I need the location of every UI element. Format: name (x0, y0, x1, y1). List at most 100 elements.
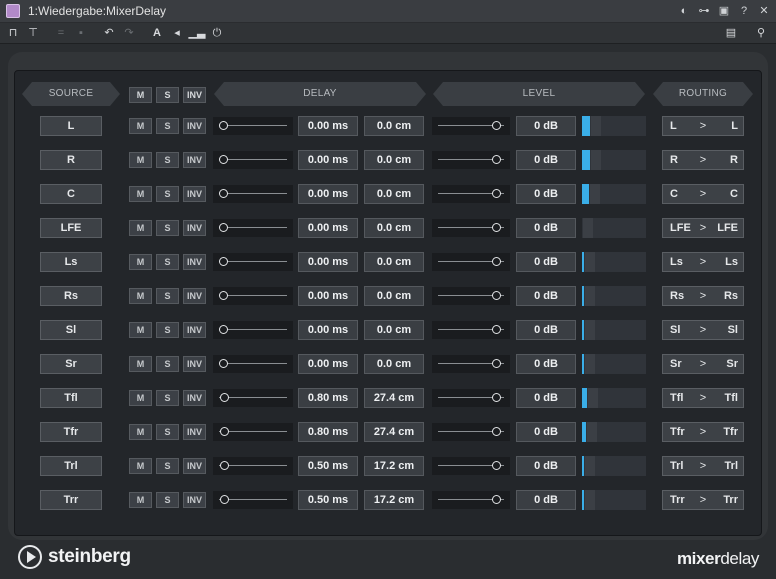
level-db-field[interactable]: 0 dB (516, 388, 576, 408)
solo-button[interactable]: S (156, 220, 179, 236)
solo-button[interactable]: S (156, 390, 179, 406)
delay-ms-field[interactable]: 0.00 ms (298, 252, 358, 272)
solo-button[interactable]: S (156, 254, 179, 270)
level-slider[interactable] (432, 287, 510, 305)
routing-button[interactable]: C > C (662, 184, 744, 204)
routing-button[interactable]: Sr > Sr (662, 354, 744, 374)
level-db-field[interactable]: 0 dB (516, 116, 576, 136)
mute-button[interactable]: M (129, 118, 152, 134)
delay-slider[interactable] (213, 185, 293, 203)
level-db-field[interactable]: 0 dB (516, 150, 576, 170)
channel-source-button[interactable]: Trl (40, 456, 102, 476)
delay-slider-knob[interactable] (219, 461, 229, 470)
header-mute-all[interactable]: M (129, 87, 152, 103)
solo-button[interactable]: S (156, 152, 179, 168)
channel-source-button[interactable]: Trr (40, 490, 102, 510)
delay-cm-field[interactable]: 17.2 cm (364, 490, 424, 510)
delay-slider[interactable] (213, 355, 293, 373)
help-icon[interactable]: ? (736, 3, 752, 19)
routing-button[interactable]: L > L (662, 116, 744, 136)
delay-slider-knob[interactable] (219, 189, 228, 198)
undo-icon[interactable]: ↶ (100, 25, 118, 41)
activate-icon[interactable]: ⊤ (24, 25, 42, 41)
mute-button[interactable]: M (129, 492, 152, 508)
delay-slider[interactable] (213, 321, 293, 339)
delay-cm-field[interactable]: 0.0 cm (364, 184, 424, 204)
delay-slider[interactable] (213, 151, 293, 169)
invert-button[interactable]: INV (183, 152, 206, 168)
delay-slider[interactable] (213, 219, 293, 237)
delay-ms-field[interactable]: 0.00 ms (298, 116, 358, 136)
level-slider-knob[interactable] (491, 325, 501, 334)
mute-button[interactable]: M (129, 186, 152, 202)
invert-button[interactable]: INV (183, 492, 206, 508)
delay-ms-field[interactable]: 0.00 ms (298, 354, 358, 374)
contrast-icon[interactable]: ◐ (676, 3, 692, 19)
invert-button[interactable]: INV (183, 288, 206, 304)
mute-button[interactable]: M (129, 356, 152, 372)
power-icon[interactable]: ⏻ (208, 25, 226, 41)
delay-cm-field[interactable]: 0.0 cm (364, 286, 424, 306)
delay-slider-knob[interactable] (219, 291, 228, 300)
bypass-icon[interactable]: ⊓ (4, 25, 22, 41)
invert-button[interactable]: INV (183, 458, 206, 474)
delay-ms-field[interactable]: 0.00 ms (298, 218, 358, 238)
solo-button[interactable]: S (156, 492, 179, 508)
invert-button[interactable]: INV (183, 322, 206, 338)
routing-button[interactable]: Trl > Trl (662, 456, 744, 476)
level-slider-knob[interactable] (491, 359, 501, 368)
level-db-field[interactable]: 0 dB (516, 490, 576, 510)
window-icon[interactable]: ▣ (716, 3, 732, 19)
delay-ms-field[interactable]: 0.50 ms (298, 456, 358, 476)
delay-slider[interactable] (213, 457, 293, 475)
invert-button[interactable]: INV (183, 390, 206, 406)
routing-button[interactable]: LFE > LFE (662, 218, 744, 238)
invert-button[interactable]: INV (183, 118, 206, 134)
delay-slider-knob[interactable] (219, 359, 228, 368)
mute-button[interactable]: M (129, 220, 152, 236)
routing-button[interactable]: Tfl > Tfl (662, 388, 744, 408)
level-db-field[interactable]: 0 dB (516, 320, 576, 340)
delay-slider[interactable] (213, 253, 293, 271)
delay-cm-field[interactable]: 0.0 cm (364, 218, 424, 238)
solo-button[interactable]: S (156, 322, 179, 338)
preset-icon[interactable]: ▤ (722, 25, 740, 41)
level-slider[interactable] (432, 185, 510, 203)
delay-slider[interactable] (213, 423, 293, 441)
level-slider-knob[interactable] (491, 155, 501, 164)
back-icon[interactable]: ◂ (168, 25, 186, 41)
delay-ms-field[interactable]: 0.80 ms (298, 422, 358, 442)
level-slider[interactable] (432, 253, 510, 271)
delay-cm-field[interactable]: 0.0 cm (364, 320, 424, 340)
solo-button[interactable]: S (156, 118, 179, 134)
delay-cm-field[interactable]: 27.4 cm (364, 422, 424, 442)
channel-source-button[interactable]: C (40, 184, 102, 204)
level-db-field[interactable]: 0 dB (516, 422, 576, 442)
solo-button[interactable]: S (156, 288, 179, 304)
invert-button[interactable]: INV (183, 220, 206, 236)
delay-ms-field[interactable]: 0.80 ms (298, 388, 358, 408)
delay-slider-knob[interactable] (219, 257, 228, 266)
routing-button[interactable]: Trr > Trr (662, 490, 744, 510)
level-slider[interactable] (432, 423, 510, 441)
level-slider-knob[interactable] (491, 223, 501, 232)
level-db-field[interactable]: 0 dB (516, 184, 576, 204)
level-db-field[interactable]: 0 dB (516, 218, 576, 238)
delay-slider[interactable] (213, 491, 293, 509)
level-db-field[interactable]: 0 dB (516, 286, 576, 306)
delay-ms-field[interactable]: 0.00 ms (298, 320, 358, 340)
level-slider-knob[interactable] (491, 495, 501, 504)
level-slider[interactable] (432, 151, 510, 169)
invert-button[interactable]: INV (183, 424, 206, 440)
delay-ms-field[interactable]: 0.50 ms (298, 490, 358, 510)
close-icon[interactable]: ✕ (756, 3, 772, 19)
level-slider[interactable] (432, 117, 510, 135)
channel-source-button[interactable]: LFE (40, 218, 102, 238)
routing-button[interactable]: R > R (662, 150, 744, 170)
level-slider-knob[interactable] (491, 121, 501, 130)
delay-slider-knob[interactable] (220, 427, 230, 436)
delay-slider-knob[interactable] (219, 495, 229, 504)
next-preset-icon[interactable]: ▪ (72, 25, 90, 41)
level-slider[interactable] (432, 219, 510, 237)
routing-button[interactable]: Sl > Sl (662, 320, 744, 340)
